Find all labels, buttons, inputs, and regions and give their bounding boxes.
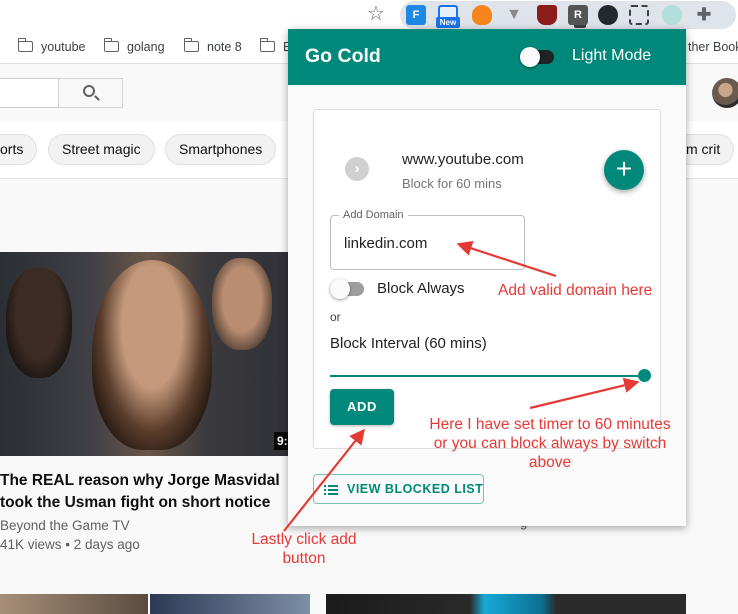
bookmark-youtube[interactable]: youtube bbox=[17, 38, 85, 55]
chip-smartphones[interactable]: Smartphones bbox=[165, 134, 277, 165]
ublock-extension-icon[interactable] bbox=[537, 5, 557, 25]
youtube-search-input[interactable] bbox=[0, 78, 59, 108]
light-mode-label: Light Mode bbox=[572, 47, 652, 64]
r-extension-icon[interactable]: R bbox=[568, 5, 588, 25]
vivaldi-extension-icon[interactable]: ▼ bbox=[504, 5, 524, 25]
annotation-timer: Here I have set timer to 60 minutes or y… bbox=[429, 416, 671, 471]
view-blocked-list-label: VIEW BLOCKED LIST bbox=[347, 482, 484, 496]
f-extension-icon[interactable]: F bbox=[406, 5, 426, 25]
video-thumbnail-3[interactable] bbox=[0, 594, 148, 614]
chevron-right-icon[interactable]: › bbox=[345, 157, 369, 181]
github-extension-icon[interactable] bbox=[598, 5, 618, 25]
metamask-extension-icon[interactable] bbox=[472, 5, 492, 25]
bookmark-golang[interactable]: golang bbox=[103, 38, 165, 55]
add-button[interactable]: ADD bbox=[330, 389, 394, 425]
block-always-toggle[interactable] bbox=[330, 279, 370, 299]
video-thumbnail[interactable] bbox=[0, 252, 296, 456]
chip-sports[interactable]: orts bbox=[0, 134, 38, 165]
list-icon bbox=[324, 485, 338, 495]
video-channel[interactable]: Beyond the Game TV bbox=[0, 518, 130, 533]
video-title[interactable]: The REAL reason why Jorge Masvidal took … bbox=[0, 470, 280, 514]
chip-street-magic[interactable]: Street magic bbox=[48, 134, 155, 165]
annotation-add-domain: Add valid domain here bbox=[498, 282, 653, 299]
gocold-extension-icon[interactable] bbox=[662, 5, 682, 25]
add-current-site-button[interactable]: + bbox=[604, 150, 644, 190]
folder-icon bbox=[183, 38, 199, 52]
crop-extension-icon[interactable] bbox=[629, 5, 649, 25]
browser-toolbar: ☆ F New ▼ 8 R ✚ bbox=[0, 0, 738, 30]
folder-icon bbox=[103, 38, 119, 52]
popup-header: Go Cold Light Mode bbox=[288, 29, 686, 85]
block-always-label: Block Always bbox=[377, 280, 465, 297]
bookmark-partial[interactable] bbox=[0, 39, 2, 55]
youtube-search-button[interactable] bbox=[58, 78, 123, 108]
view-blocked-list-button[interactable]: VIEW BLOCKED LIST bbox=[313, 474, 484, 504]
slider-thumb[interactable] bbox=[638, 369, 651, 382]
block-interval-label: Block Interval (60 mins) bbox=[330, 335, 487, 352]
block-interval-slider[interactable] bbox=[330, 375, 646, 377]
bookmark-e[interactable]: E bbox=[259, 38, 291, 55]
light-mode-toggle[interactable] bbox=[520, 47, 560, 67]
bookmark-other[interactable]: ther Book bbox=[688, 39, 738, 55]
bookmark-star-icon[interactable]: ☆ bbox=[366, 3, 386, 25]
video-meta: 41K views • 2 days ago bbox=[0, 537, 140, 552]
puzzle-extensions-icon[interactable]: ✚ bbox=[694, 5, 714, 25]
popup-title: Go Cold bbox=[305, 45, 381, 67]
folder-icon bbox=[259, 38, 275, 52]
current-site-domain: www.youtube.com bbox=[402, 151, 524, 168]
or-text: or bbox=[330, 310, 341, 324]
avatar[interactable] bbox=[712, 78, 738, 108]
bookmark-note8[interactable]: note 8 bbox=[183, 38, 242, 55]
add-domain-card: › www.youtube.com Block for 60 mins + Ad… bbox=[313, 109, 661, 449]
add-domain-input[interactable] bbox=[344, 230, 514, 256]
add-domain-field: Add Domain bbox=[330, 209, 525, 270]
folder-icon bbox=[17, 38, 33, 52]
new-badge: New bbox=[436, 17, 460, 28]
video-thumbnail-4[interactable] bbox=[150, 594, 310, 614]
video-thumbnail-5[interactable] bbox=[326, 594, 686, 614]
current-site-subtitle: Block for 60 mins bbox=[402, 176, 502, 191]
annotation-add-button: Lastly click add button bbox=[251, 531, 357, 567]
search-icon bbox=[83, 85, 95, 97]
add-domain-label: Add Domain bbox=[339, 209, 408, 221]
